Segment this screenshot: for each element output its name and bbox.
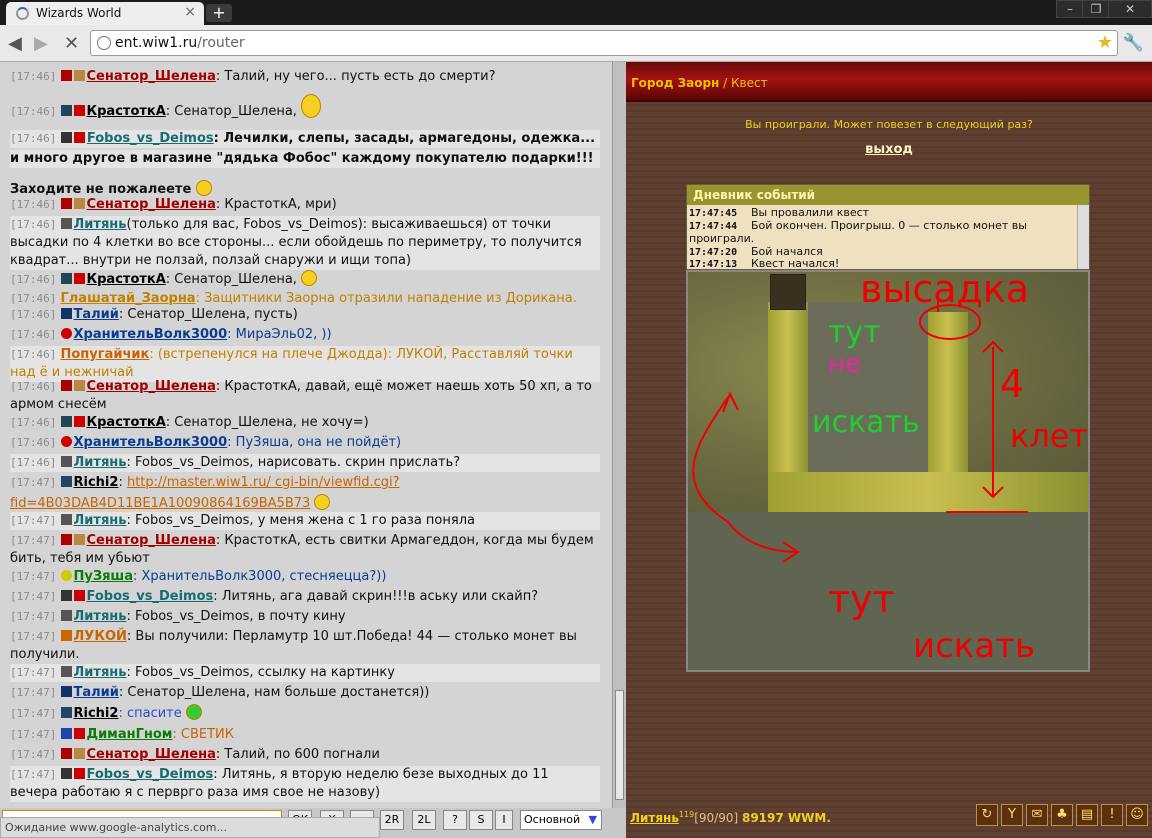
diary-title: Дневник событий	[687, 185, 1089, 205]
map-icon[interactable]: Y	[1001, 804, 1023, 826]
address-bar[interactable]: ent.wiw1.ru/router ★	[90, 30, 1118, 56]
window-close-button[interactable]: ✕	[1108, 0, 1152, 18]
chat-message: fid=4B03DAB4D11BE1A10090864169BA5B73	[10, 494, 600, 513]
player-name[interactable]: Литянь	[630, 811, 679, 825]
game-toolbar: ↻ Y ✉ ♣ ▤ ! ☺	[976, 802, 1150, 830]
browser-tabbar: Wizards World × + – ❐ ✕	[0, 0, 1152, 25]
refresh-icon[interactable]: ↻	[976, 804, 998, 826]
chat-message: [17:46] КрастоткА: Сенатор_Шелена,	[10, 94, 600, 121]
chat-log: [17:46] Сенатор_Шелена: Талий, ну чего..…	[0, 62, 612, 808]
smiley-icon	[301, 270, 318, 286]
breadcrumb: Город Заорн / Квест	[631, 76, 768, 90]
url-text: ent.wiw1.ru/router	[115, 35, 245, 51]
chat-message: [17:46] Сенатор_Шелена: КрастоткА, давай…	[10, 379, 592, 412]
chat-message: [17:46] Сенатор_Шелена: КрастоткА, мри)	[10, 197, 337, 212]
game-panel: Город Заорн / Квест Вы проиграли. Может …	[626, 62, 1152, 838]
alert-icon[interactable]: !	[1101, 804, 1123, 826]
svg-text:клетки: клетки	[1010, 417, 1088, 455]
player-hp: [90/90]	[694, 811, 739, 825]
smiley-icon	[195, 180, 212, 196]
tab-close-button[interactable]: ×	[184, 4, 196, 20]
scrollbar-thumb[interactable]	[615, 690, 624, 800]
character-icon[interactable]: ☺	[1126, 804, 1148, 826]
browser-toolbar: ◀ ▶ ✕ ent.wiw1.ru/router ★ 🔧	[0, 25, 1152, 62]
i-button[interactable]: I	[495, 810, 513, 830]
svg-text:искать: искать	[812, 405, 920, 440]
chat-link[interactable]: fid=4B03DAB4D11BE1A10090864169BA5B73	[10, 496, 310, 511]
browser-tab[interactable]: Wizards World ×	[6, 2, 204, 25]
diary-row: 17:47:13 Квест начался!	[689, 258, 840, 269]
svg-text:4: 4	[1000, 362, 1024, 406]
chat-message: [17:47] Fobos_vs_Deimos: Литянь, ага дав…	[10, 589, 539, 604]
chat-message: [17:47] Литянь: Fobos_vs_Deimos, в почту…	[10, 609, 346, 624]
chat-message: [17:46] КрастоткА: Сенатор_Шелена, не хо…	[10, 415, 369, 430]
location-header: Город Заорн / Квест	[626, 62, 1152, 102]
svg-text:не: не	[828, 349, 861, 379]
chat-message: [17:47] Richi2: http://master.wiw1.ru/ c…	[10, 475, 400, 490]
svg-text:тут: тут	[828, 315, 881, 350]
svg-text:тут: тут	[828, 577, 895, 621]
wrench-icon[interactable]: 🔧	[1123, 33, 1144, 53]
chat-message: [17:47] ДиманГном: СВЕТИК	[10, 727, 235, 742]
2l-button[interactable]: 2L	[412, 810, 436, 830]
smiley-icon	[301, 94, 322, 118]
new-tab-button[interactable]: +	[206, 4, 232, 22]
forward-arrow-icon[interactable]: ▶	[34, 33, 48, 54]
loading-spinner-icon	[16, 7, 29, 20]
event-diary: Дневник событий 17:47:45 Вы провалили кве…	[686, 184, 1090, 270]
red-annotations: высадка тут не искать 4 клетки тут искат…	[692, 272, 1088, 666]
chat-message: [17:47] Талий: Сенатор_Шелена, нам больш…	[10, 685, 430, 700]
chat-message: [17:46] Попугайчик: (встрепенулся на пле…	[10, 346, 600, 382]
chat-message: [17:46] Fobos_vs_Deimos: Лечилки, слепы,…	[10, 130, 600, 148]
exit-link[interactable]: выход	[626, 142, 1152, 157]
quest-map[interactable]: высадка тут не искать 4 клетки тут искат…	[686, 270, 1090, 672]
help-button[interactable]: ?	[443, 810, 467, 830]
chat-message: [17:47] ПуЗяша: ХранительВолк3000, стесн…	[10, 569, 387, 584]
chat-message: [17:47] Литянь: Fobos_vs_Deimos, ссылку …	[10, 664, 600, 682]
chat-message: и много другое в магазине "дядька Фобос"…	[10, 150, 600, 168]
chat-scrollbar[interactable]	[612, 62, 626, 808]
player-money: 89197 WWM.	[741, 811, 831, 825]
tab-title: Wizards World	[36, 6, 122, 20]
chat-message: [17:46] Сенатор_Шелена: Талий, ну чего..…	[10, 69, 496, 84]
chat-message: [17:46] Талий: Сенатор_Шелена, пусть)	[10, 307, 298, 322]
chat-message: [17:47] Fobos_vs_Deimos: Литянь, я втору…	[10, 766, 600, 802]
browser-status-bar: Ожидание www.google-analytics.com...	[0, 817, 380, 838]
back-arrow-icon[interactable]: ◀	[8, 33, 22, 54]
inventory-icon[interactable]: ♣	[1051, 804, 1073, 826]
diary-scrollbar[interactable]	[1077, 205, 1089, 269]
result-message: Вы проиграли. Может повезет в следующий …	[745, 118, 1033, 131]
mail-icon[interactable]: ✉	[1026, 804, 1048, 826]
chat-message: [17:46] КрастоткА: Сенатор_Шелена,	[10, 270, 600, 289]
chat-message: [17:47] Литянь: Fobos_vs_Deimos, у меня …	[10, 512, 600, 530]
chat-message: [17:47] ЛУКОЙ: Вы получили: Перламутр 10…	[10, 629, 577, 662]
chat-message: [17:46] ХранительВолк3000: ПуЗяша, она н…	[10, 435, 402, 450]
smiley-icon	[314, 494, 331, 510]
smiley-icon	[185, 704, 202, 720]
minimize-button[interactable]: –	[1056, 0, 1084, 18]
chat-message: [17:47] Сенатор_Шелена: Талий, по 600 по…	[10, 747, 380, 762]
s-button[interactable]: S	[469, 810, 493, 830]
chat-link[interactable]: http://master.wiw1.ru/ cgi-bin/viewfid.c…	[127, 475, 400, 490]
svg-text:высадка: высадка	[860, 272, 1029, 311]
chevron-down-icon: ▼	[588, 813, 597, 826]
chat-message: [17:47] Сенатор_Шелена: КрастоткА, есть …	[10, 533, 594, 566]
maximize-button[interactable]: ❐	[1082, 0, 1110, 18]
chat-message: [17:47] Richi2: спасите	[10, 704, 600, 723]
svg-text:искать: искать	[913, 626, 1035, 666]
book-icon[interactable]: ▤	[1076, 804, 1098, 826]
globe-icon	[97, 36, 111, 50]
chat-message: [17:46] ХранительВолк3000: МираЭль02, ))	[10, 327, 332, 342]
player-status: Литянь119[90/90] 89197 WWM.	[630, 810, 831, 825]
2r-button[interactable]: 2R	[380, 810, 404, 830]
chat-message: [17:46] Литянь(только для вас, Fobos_vs_…	[10, 216, 600, 270]
bookmark-star-icon[interactable]: ★	[1097, 32, 1113, 53]
chat-message: [17:46] Литянь: Fobos_vs_Deimos, нарисов…	[10, 454, 600, 472]
stop-icon[interactable]: ✕	[64, 33, 79, 54]
diary-row: 17:47:44 Бой окончен. Проигрыш. 0 — столь…	[689, 219, 1027, 245]
player-level: 119	[678, 810, 695, 819]
channel-select[interactable]: Основной ▼	[520, 810, 602, 830]
